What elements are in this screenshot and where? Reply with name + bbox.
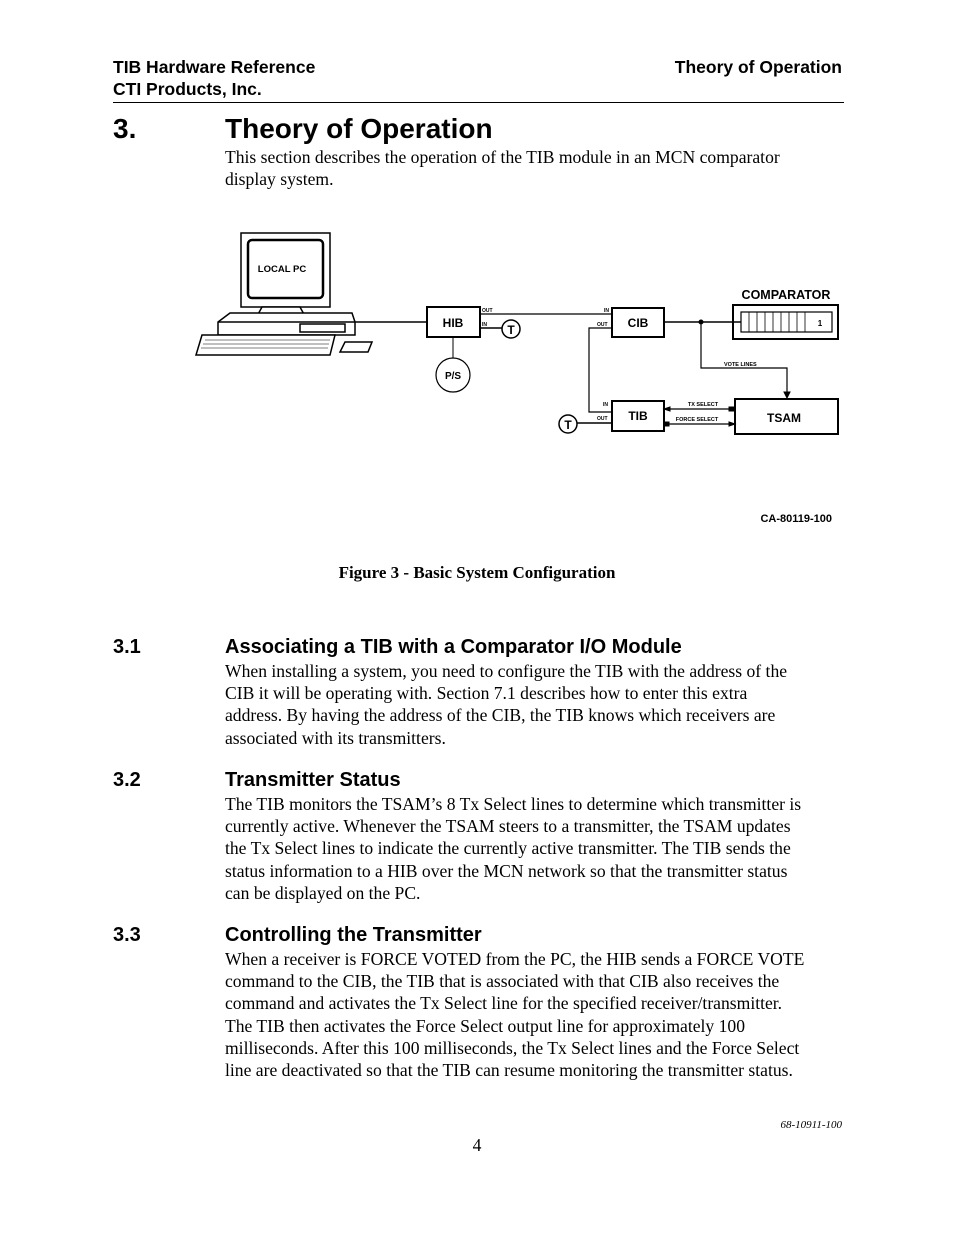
hib-label: HIB (443, 316, 464, 330)
comparator-slot-label: 1 (818, 319, 823, 328)
terminator-label: T (564, 418, 572, 432)
section-3-3-body: When a receiver is FORCE VOTED from the … (225, 949, 805, 1081)
vote-lines-label: VOTE LINES (724, 362, 757, 368)
tx-select-label: TX SELECT (688, 402, 719, 408)
section-3-1-body: When installing a system, you need to co… (225, 661, 788, 748)
system-diagram: LOCAL PC HIB OUT IN T P/S CIB IN OUT TIB… (194, 232, 839, 525)
terminator-label: T (507, 323, 515, 337)
comparator-label: COMPARATOR (742, 288, 831, 302)
force-select-label: FORCE SELECT (676, 417, 719, 423)
figure-caption: Figure 3 - Basic System Configuration (338, 563, 616, 582)
section-3-1-number: 3.1 (113, 636, 141, 658)
drawing-number: CA-80119-100 (760, 513, 832, 525)
document-number: 68-10911-100 (780, 1119, 842, 1131)
hib-in-label: IN (482, 322, 487, 328)
tib-in-label: IN (603, 402, 608, 408)
section-3-3-title: Controlling the Transmitter (225, 924, 482, 946)
hib-out-label: OUT (482, 308, 493, 314)
tib-out-label: OUT (597, 416, 608, 422)
cib-out-label: OUT (597, 322, 608, 328)
tsam-label: TSAM (767, 411, 801, 425)
section-3-3-number: 3.3 (113, 924, 141, 946)
local-pc-icon (194, 232, 374, 356)
page-number: 4 (472, 1135, 482, 1155)
document-page: TIB Hardware Reference CTI Products, Inc… (0, 0, 954, 1235)
section-3-2-body: The TIB monitors the TSAM’s 8 Tx Select … (225, 794, 802, 903)
tib-label: TIB (628, 409, 648, 423)
section-3-1-title: Associating a TIB with a Comparator I/O … (225, 636, 682, 658)
section-3-2-number: 3.2 (113, 769, 141, 791)
local-pc-label: LOCAL PC (258, 264, 307, 275)
cib-label: CIB (628, 316, 649, 330)
ps-label: P/S (445, 371, 461, 382)
section-3-2-title: Transmitter Status (225, 769, 401, 791)
cib-in-label: IN (604, 308, 609, 314)
